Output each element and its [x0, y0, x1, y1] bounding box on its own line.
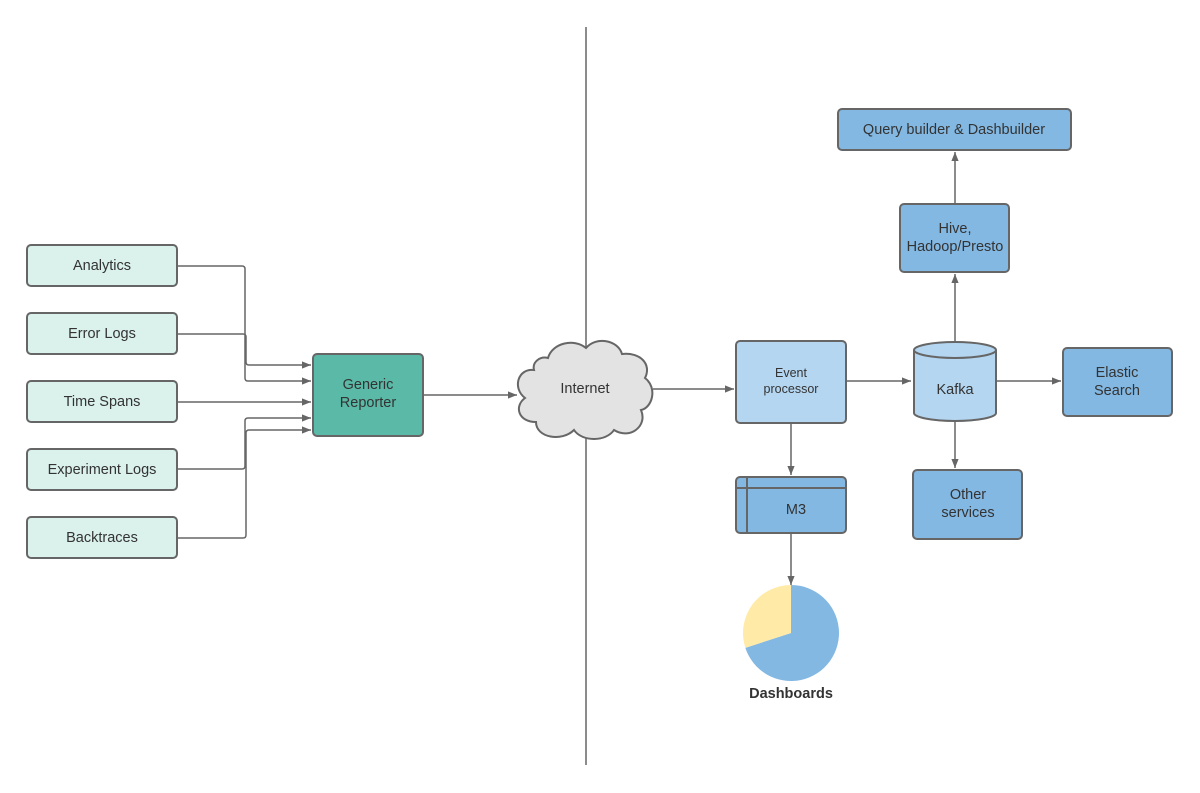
- reporter-label-line1: Generic: [343, 377, 394, 393]
- source-error-logs[interactable]: Error Logs: [26, 312, 178, 355]
- other-services-label-line1: Other: [950, 487, 986, 503]
- source-connectors: [177, 265, 311, 539]
- event-processor-label-line2: processor: [764, 382, 819, 396]
- source-experiment-logs[interactable]: Experiment Logs: [26, 448, 178, 491]
- internet-cloud-node[interactable]: Internet: [516, 339, 654, 440]
- source-backtraces[interactable]: Backtraces: [26, 516, 178, 559]
- edge-experimentlogs-reporter: [177, 414, 311, 470]
- internet-label: Internet: [560, 381, 609, 397]
- architecture-diagram: Analytics Error Logs Time Spans Experime…: [26, 27, 1173, 765]
- other-services-node[interactable]: Other services: [912, 469, 1023, 540]
- query-builder-node[interactable]: Query builder & Dashbuilder: [837, 108, 1072, 151]
- kafka-node[interactable]: Kafka: [913, 341, 997, 422]
- query-builder-label: Query builder & Dashbuilder: [863, 122, 1045, 138]
- elastic-label-line1: Elastic: [1096, 365, 1139, 381]
- edge-errorlogs-reporter: [177, 333, 311, 369]
- generic-reporter-node[interactable]: Generic Reporter: [312, 353, 424, 437]
- hive-label-line1: Hive,: [938, 221, 971, 237]
- source-label: Experiment Logs: [48, 462, 157, 478]
- m3-node[interactable]: M3: [735, 476, 847, 534]
- event-processor-label-line1: Event: [775, 366, 807, 380]
- m3-label: M3: [786, 502, 806, 518]
- source-time-spans[interactable]: Time Spans: [26, 380, 178, 423]
- reporter-label-line2: Reporter: [340, 395, 397, 411]
- source-label: Time Spans: [64, 394, 141, 410]
- dashboards-label: Dashboards: [749, 686, 833, 702]
- kafka-label: Kafka: [936, 382, 974, 398]
- source-label: Error Logs: [68, 326, 136, 342]
- source-label: Backtraces: [66, 530, 138, 546]
- edge-backtraces-reporter: [177, 426, 311, 539]
- elastic-search-node[interactable]: Elastic Search: [1062, 347, 1173, 417]
- elastic-label-line2: Search: [1094, 383, 1140, 399]
- other-services-label-line2: services: [941, 505, 994, 521]
- dashboards-pie-icon: [742, 585, 840, 681]
- event-processor-node[interactable]: Event processor: [735, 340, 847, 424]
- dashboards-node[interactable]: Dashboards: [742, 585, 840, 702]
- hive-hadoop-presto-node[interactable]: Hive, Hadoop/Presto: [899, 203, 1010, 273]
- hive-label-line2: Hadoop/Presto: [907, 239, 1004, 255]
- edge-analytics-reporter: [177, 265, 311, 385]
- source-analytics[interactable]: Analytics: [26, 244, 178, 287]
- source-label: Analytics: [73, 258, 131, 274]
